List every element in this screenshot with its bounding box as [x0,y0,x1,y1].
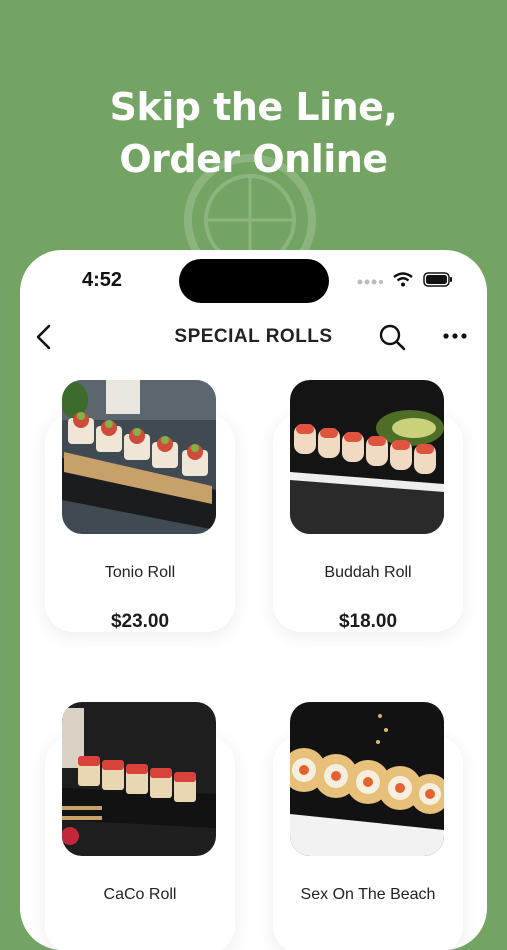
product-price: $18.00 [338,611,398,632]
product-name: Buddah Roll [324,564,412,581]
product-image[interactable] [62,380,216,534]
status-icons [357,272,453,287]
battery-icon [423,272,452,287]
product-image[interactable] [290,380,444,534]
status-time: 4:52 [82,269,123,291]
product-name: Sex On The Beach [300,886,436,903]
dynamic-island [179,259,329,303]
more-options-icon[interactable] [442,330,468,342]
product-name: Tonio Roll [104,564,176,581]
lime-watermark-icon [184,154,316,270]
signal-icon [357,279,383,284]
product-name: CaCo Roll [103,886,177,903]
phone-screen: 4:52 SPECIAL ROLLS Tonio Roll $23.00 Bud… [20,250,487,950]
product-image[interactable] [62,702,216,856]
product-image[interactable] [290,702,444,856]
search-icon[interactable] [378,323,406,351]
wifi-icon [393,272,413,287]
page-title: SPECIAL ROLLS [174,326,333,347]
product-price: $23.00 [110,611,170,632]
